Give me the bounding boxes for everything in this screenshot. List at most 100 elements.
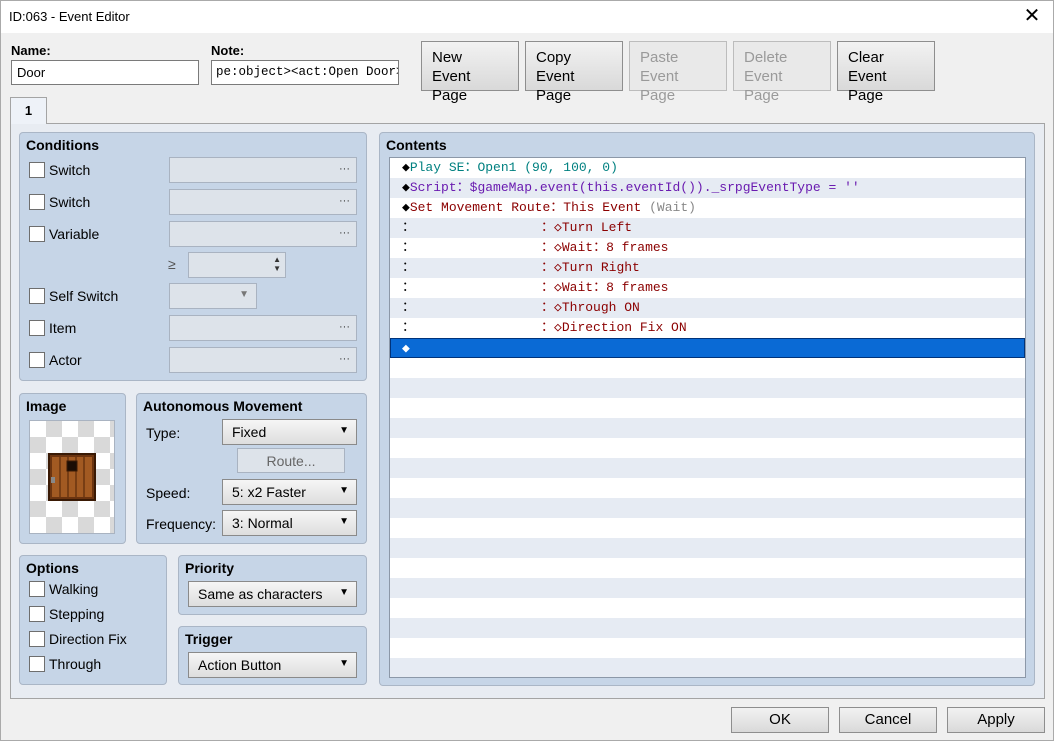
priority-value: Same as characters [198, 586, 323, 602]
continuation-marker: ： [402, 320, 416, 335]
command-line[interactable]: ： ：◇Turn Right [390, 258, 1025, 278]
switch2-checkbox[interactable] [29, 194, 45, 210]
list-stripe [390, 398, 1025, 418]
conditions-title: Conditions [26, 137, 100, 153]
command-args: $gameMap.event(this.eventId())._srpgEven… [469, 180, 860, 195]
actor-selector[interactable]: ··· [169, 347, 357, 373]
selected-empty-line[interactable]: ◆ [390, 338, 1025, 358]
movement-speed-value: 5: x2 Faster [232, 484, 306, 500]
list-stripe [390, 518, 1025, 538]
switch1-selector[interactable]: ··· [169, 157, 357, 183]
variable-selector[interactable]: ··· [169, 221, 357, 247]
frequency-label: Frequency: [146, 516, 217, 532]
cancel-button[interactable]: Cancel [839, 707, 937, 733]
list-stripe [390, 658, 1025, 677]
actor-label: Actor [49, 352, 82, 368]
clear-event-page-button[interactable]: Clear Event Page [837, 41, 935, 104]
chevron-down-icon: ▼ [239, 289, 249, 300]
speed-label: Speed: [146, 485, 191, 501]
command-line[interactable]: ： ：◇Through ON [390, 298, 1025, 318]
movement-type-dropdown[interactable]: Fixed ▼ [222, 419, 357, 445]
command-line[interactable]: ◆Play SE：Open1 (90, 100, 0) [390, 158, 1025, 178]
route-step: ：◇Through ON [541, 300, 640, 315]
self-switch-dropdown[interactable]: ▼ [169, 283, 257, 309]
variable-checkbox[interactable] [29, 226, 45, 242]
list-stripe [390, 478, 1025, 498]
spinner-down-icon[interactable]: ▼ [193, 264, 281, 273]
list-stripe [390, 458, 1025, 478]
actor-checkbox[interactable] [29, 352, 45, 368]
chevron-down-icon: ▼ [339, 516, 349, 527]
item-selector[interactable]: ··· [169, 315, 357, 341]
command-line[interactable]: ： ：◇Direction Fix ON [390, 318, 1025, 338]
command-line[interactable]: ◆Script：$gameMap.event(this.eventId())._… [390, 178, 1025, 198]
list-stripe [390, 618, 1025, 638]
event-commands-list[interactable]: ◆Play SE：Open1 (90, 100, 0) ◆Script：$gam… [389, 157, 1026, 678]
ge-symbol: ≥ [168, 256, 176, 272]
command-line[interactable]: ： ：◇Wait：8 frames [390, 238, 1025, 258]
priority-title: Priority [185, 560, 235, 576]
self-switch-checkbox[interactable] [29, 288, 45, 304]
command-line[interactable]: ： ：◇Turn Left [390, 218, 1025, 238]
tab-page-1[interactable]: 1 [10, 97, 47, 124]
list-stripe [390, 498, 1025, 518]
new-event-page-button[interactable]: New Event Page [421, 41, 519, 104]
chevron-down-icon: ▼ [339, 658, 349, 669]
item-checkbox[interactable] [29, 320, 45, 336]
ok-button[interactable]: OK [731, 707, 829, 733]
type-label: Type: [146, 425, 181, 441]
note-field[interactable]: pe:object><act:Open Door> [211, 60, 399, 85]
command-marker: ◆ [402, 341, 410, 356]
continuation-marker: ： [402, 260, 416, 275]
through-checkbox[interactable] [29, 656, 45, 672]
command-separator: ： [456, 180, 470, 195]
through-label: Through [49, 656, 102, 672]
list-stripe [390, 358, 1025, 378]
route-step: ：◇Turn Left [541, 220, 633, 235]
copy-event-page-button[interactable]: Copy Event Page [525, 41, 623, 104]
command-name: Play SE [409, 160, 465, 175]
close-icon[interactable]: ✕ [1021, 5, 1043, 27]
name-field[interactable]: Door [11, 60, 199, 85]
chevron-down-icon: ▼ [339, 425, 349, 436]
priority-dropdown[interactable]: Same as characters ▼ [188, 581, 357, 607]
command-line[interactable]: ◆Set Movement Route：This Event (Wait) [390, 198, 1025, 218]
command-separator: ： [464, 160, 478, 175]
movement-frequency-value: 3: Normal [232, 515, 293, 531]
trigger-value: Action Button [198, 657, 282, 673]
contents-title: Contents [386, 137, 447, 153]
continuation-marker: ： [402, 280, 416, 295]
spinner-up-icon[interactable]: ▲ [193, 255, 281, 264]
route-step: ：◇Direction Fix ON [541, 320, 687, 335]
continuation-marker: ： [402, 240, 416, 255]
command-marker: ◆ [402, 200, 410, 215]
walking-checkbox[interactable] [29, 581, 45, 597]
movement-frequency-dropdown[interactable]: 3: Normal ▼ [222, 510, 357, 536]
window-title: ID:063 - Event Editor [9, 9, 130, 24]
command-name: Script [409, 180, 457, 195]
autonomous-movement-title: Autonomous Movement [143, 398, 303, 414]
list-stripe [390, 598, 1025, 618]
movement-speed-dropdown[interactable]: 5: x2 Faster ▼ [222, 479, 357, 505]
list-stripe [390, 438, 1025, 458]
direction-fix-checkbox[interactable] [29, 631, 45, 647]
command-separator: ： [550, 200, 564, 215]
list-stripe [390, 558, 1025, 578]
trigger-title: Trigger [185, 631, 233, 647]
variable-value-spinner[interactable]: ▲ ▼ [188, 252, 286, 278]
stepping-checkbox[interactable] [29, 606, 45, 622]
options-title: Options [26, 560, 79, 576]
command-line[interactable]: ： ：◇Wait：8 frames [390, 278, 1025, 298]
self-switch-label: Self Switch [49, 288, 119, 304]
trigger-dropdown[interactable]: Action Button ▼ [188, 652, 357, 678]
event-image-selector[interactable] [29, 420, 115, 534]
switch2-selector[interactable]: ··· [169, 189, 357, 215]
movement-type-value: Fixed [232, 424, 267, 440]
switch2-label: Switch [49, 194, 91, 210]
route-button[interactable]: Route... [237, 448, 345, 473]
delete-event-page-button[interactable]: Delete Event Page [733, 41, 831, 104]
paste-event-page-button[interactable]: Paste Event Page [629, 41, 727, 104]
event-editor-window: ID:063 - Event Editor ✕ Name: Door Note:… [0, 0, 1054, 741]
switch1-checkbox[interactable] [29, 162, 45, 178]
apply-button[interactable]: Apply [947, 707, 1045, 733]
